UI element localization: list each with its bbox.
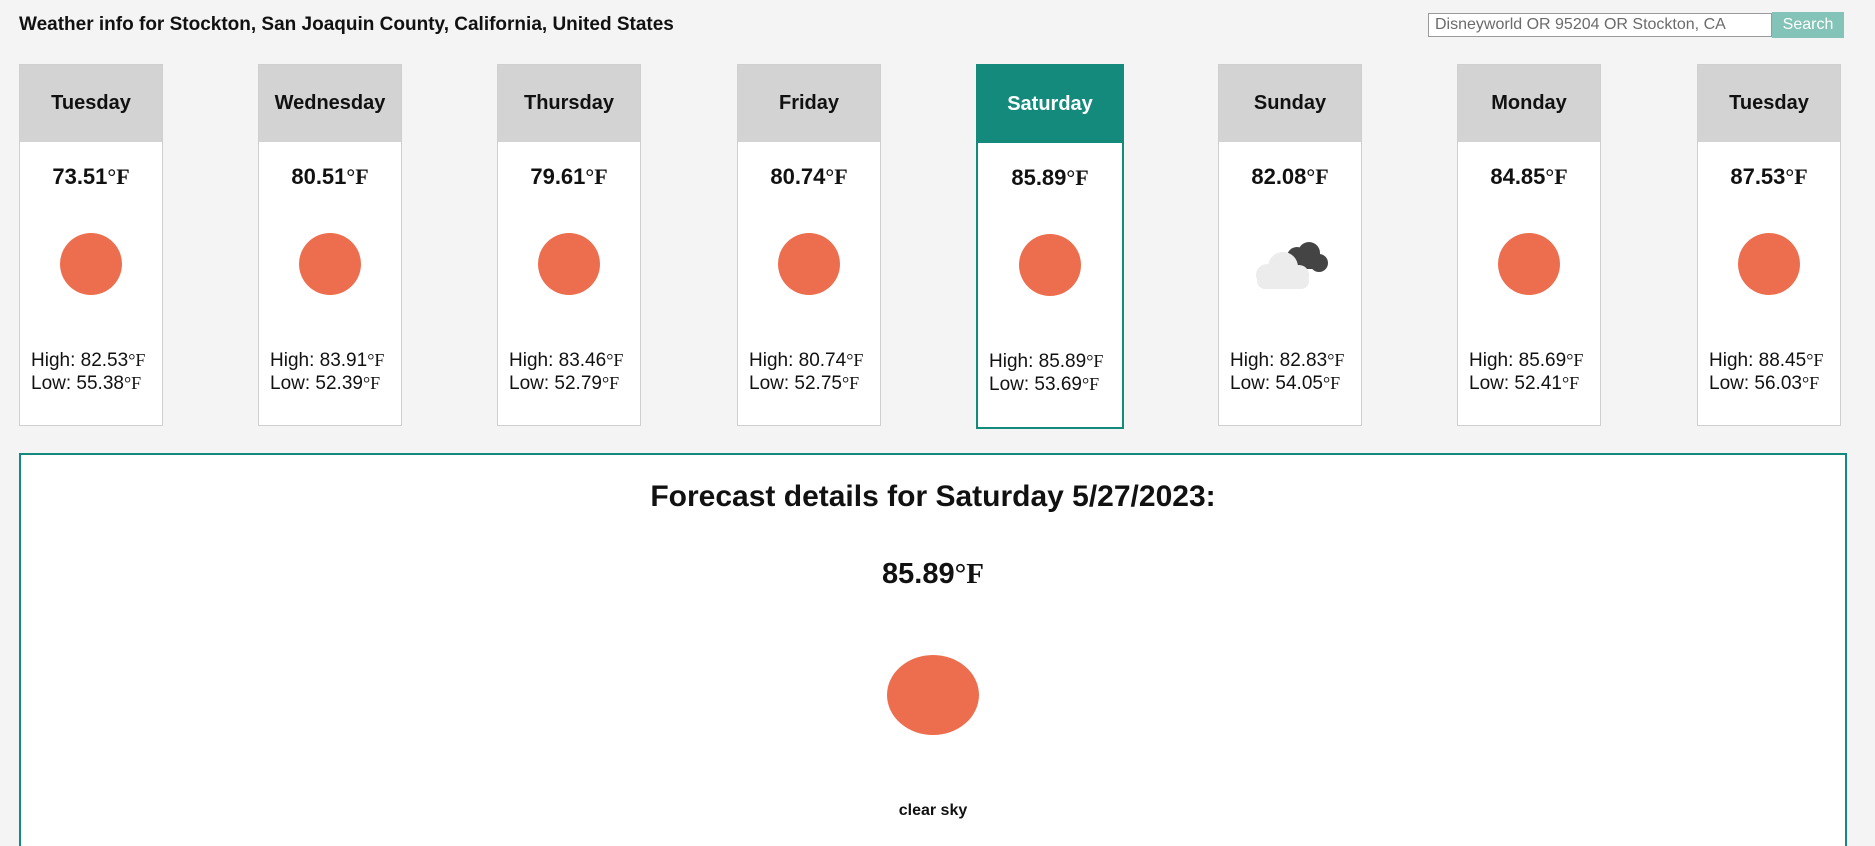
day-temp: 79.61°F <box>530 164 608 189</box>
weather-page: Weather info for Stockton, San Joaquin C… <box>0 0 1875 846</box>
day-card-wednesday[interactable]: Wednesday 80.51°F High: 83.91°F Low: 52.… <box>258 64 402 426</box>
day-temp: 80.51°F <box>291 164 369 189</box>
day-name: Friday <box>738 65 880 142</box>
search-form: Search <box>1428 12 1844 38</box>
forecast-details-panel: Forecast details for Saturday 5/27/2023:… <box>19 453 1847 846</box>
day-temp: 85.89°F <box>1011 165 1089 190</box>
high-low: High: 83.91°F Low: 52.39°F <box>270 350 385 394</box>
day-name: Tuesday <box>20 65 162 142</box>
day-card-thursday[interactable]: Thursday 79.61°F High: 83.46°F Low: 52.7… <box>497 64 641 426</box>
day-name: Thursday <box>498 65 640 142</box>
weather-description: clear sky <box>898 802 968 819</box>
sun-icon <box>538 233 600 295</box>
day-card-tuesday-next[interactable]: Tuesday 87.53°F High: 88.45°F Low: 56.03… <box>1697 64 1841 426</box>
day-temp: 80.74°F <box>770 164 848 189</box>
high-low: High: 82.53°F Low: 55.38°F <box>31 350 146 394</box>
high-low: High: 85.89°F Low: 53.69°F <box>989 351 1104 395</box>
cloud-icon <box>1245 233 1335 295</box>
day-name: Wednesday <box>259 65 401 142</box>
day-card-tuesday[interactable]: Tuesday 73.51°F High: 82.53°F Low: 55.38… <box>19 64 163 426</box>
high-low: High: 80.74°F Low: 52.75°F <box>749 350 864 394</box>
day-temp: 73.51°F <box>52 164 130 189</box>
search-input[interactable] <box>1428 13 1772 37</box>
page-title: Weather info for Stockton, San Joaquin C… <box>19 14 674 35</box>
high-low: High: 83.46°F Low: 52.79°F <box>509 350 624 394</box>
day-temp: 87.53°F <box>1730 164 1808 189</box>
day-temp: 82.08°F <box>1251 164 1329 189</box>
day-name: Monday <box>1458 65 1600 142</box>
sun-icon <box>60 233 122 295</box>
day-name: Sunday <box>1219 65 1361 142</box>
day-name: Saturday <box>978 66 1122 143</box>
sun-icon <box>887 655 979 735</box>
day-card-monday[interactable]: Monday 84.85°F High: 85.69°F Low: 52.41°… <box>1457 64 1601 426</box>
day-card-sunday[interactable]: Sunday 82.08°F High: 82.83°F Low: 54.05°… <box>1218 64 1362 426</box>
details-temp: 85.89°F <box>882 558 984 590</box>
sun-icon <box>1498 233 1560 295</box>
high-low: High: 88.45°F Low: 56.03°F <box>1709 350 1824 394</box>
search-button[interactable]: Search <box>1772 12 1844 38</box>
details-title: Forecast details for Saturday 5/27/2023: <box>650 480 1216 513</box>
sun-icon <box>299 233 361 295</box>
day-name: Tuesday <box>1698 65 1840 142</box>
sun-icon <box>1738 233 1800 295</box>
high-low: High: 85.69°F Low: 52.41°F <box>1469 350 1584 394</box>
day-card-friday[interactable]: Friday 80.74°F High: 80.74°F Low: 52.75°… <box>737 64 881 426</box>
sun-icon <box>1019 234 1081 296</box>
day-temp: 84.85°F <box>1490 164 1568 189</box>
high-low: High: 82.83°F Low: 54.05°F <box>1230 350 1345 394</box>
day-card-saturday[interactable]: Saturday 85.89°F High: 85.89°F Low: 53.6… <box>976 64 1124 429</box>
sun-icon <box>778 233 840 295</box>
